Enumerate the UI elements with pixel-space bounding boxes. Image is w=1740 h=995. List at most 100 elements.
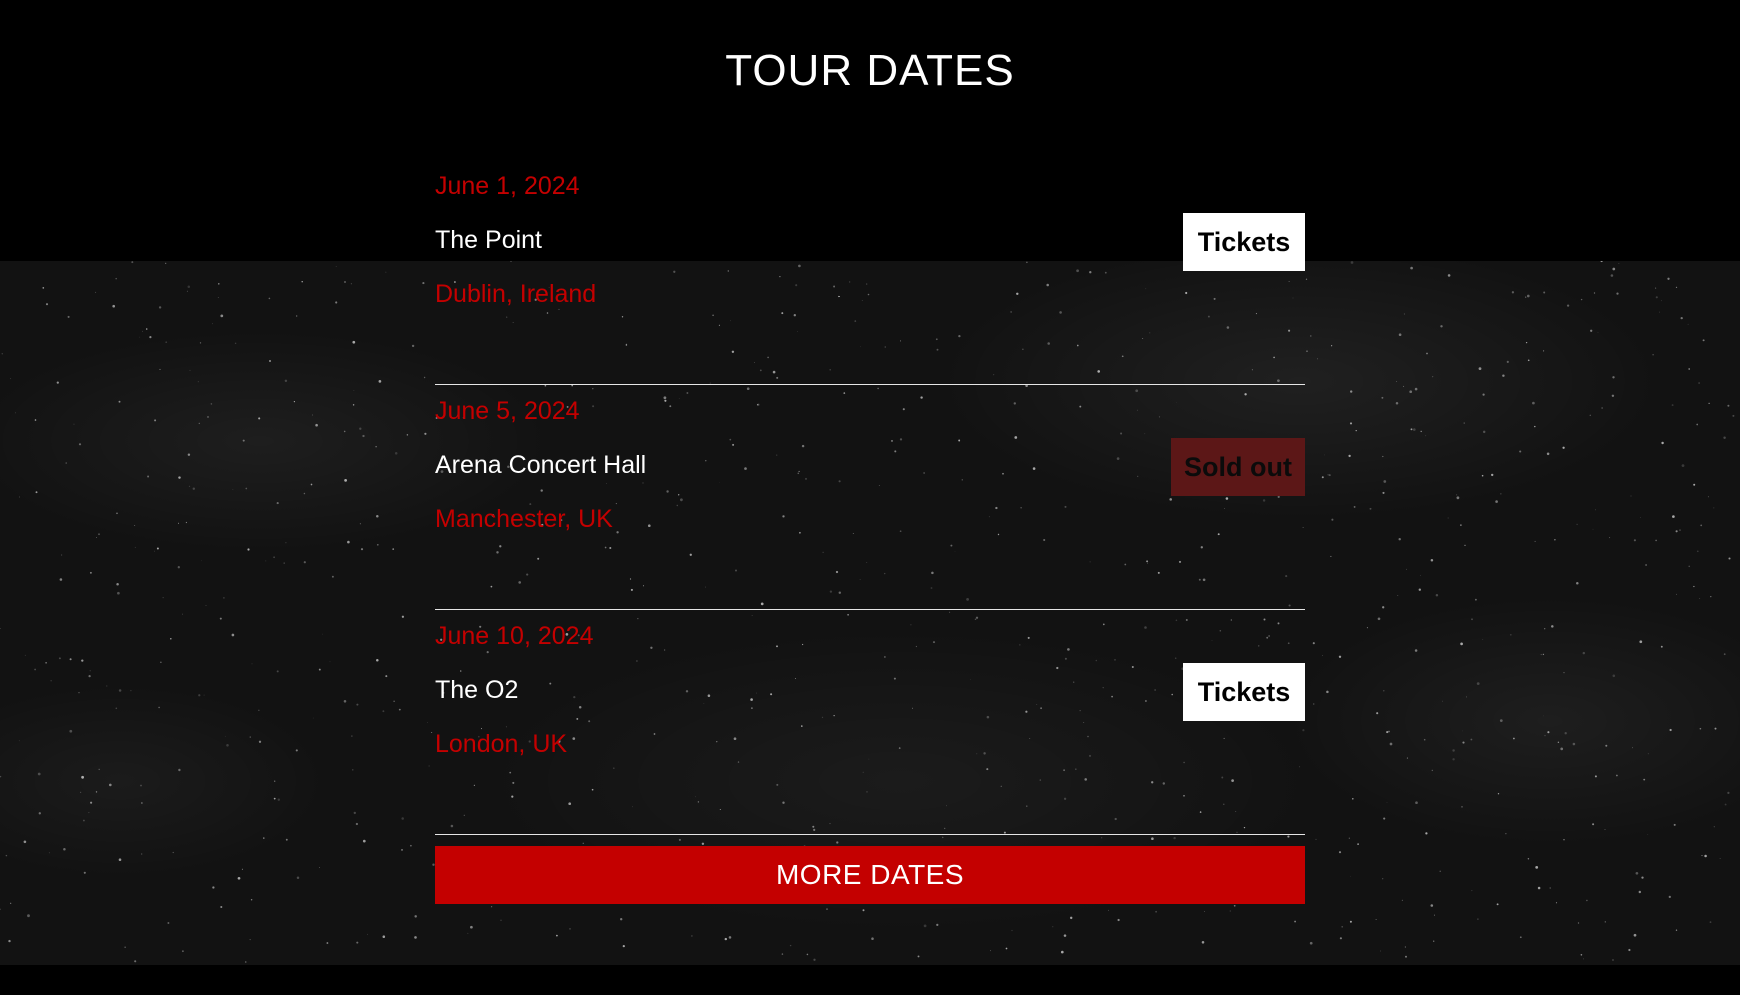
speckle [1525, 296, 1527, 298]
speckle [319, 867, 321, 868]
speckle [490, 906, 493, 908]
speckle [382, 710, 385, 713]
speckle [1204, 911, 1205, 912]
speckle [67, 315, 70, 318]
speckle [691, 935, 693, 937]
speckle [352, 340, 356, 344]
speckle [406, 434, 409, 436]
speckle [1580, 298, 1583, 301]
speckle [0, 628, 1, 629]
speckle [1639, 640, 1643, 644]
speckle [1661, 441, 1664, 445]
speckle [89, 670, 91, 672]
speckle [186, 290, 188, 292]
speckle [1321, 476, 1324, 479]
speckle [118, 858, 122, 861]
speckle [258, 740, 262, 743]
speckle [1700, 524, 1703, 527]
speckle [273, 556, 275, 559]
speckle [1586, 899, 1588, 902]
speckle [1671, 404, 1674, 407]
speckle [1597, 332, 1599, 333]
speckle [106, 685, 108, 687]
speckle [355, 822, 359, 826]
speckle [5, 854, 8, 857]
speckle [1612, 959, 1614, 961]
event-location: Manchester, UK [435, 505, 613, 533]
speckle [376, 659, 379, 662]
tickets-button[interactable]: Tickets [1183, 213, 1305, 271]
speckle [27, 914, 30, 918]
speckle [1395, 401, 1399, 405]
speckle [115, 707, 118, 710]
speckle [145, 328, 148, 330]
speckle [181, 950, 184, 953]
speckle [1511, 291, 1515, 294]
speckle [268, 297, 271, 300]
speckle [198, 694, 201, 697]
speckle [1543, 350, 1545, 352]
speckle [224, 735, 226, 737]
speckle [1482, 639, 1484, 640]
speckle [1660, 300, 1662, 302]
speckle [1338, 851, 1342, 854]
tour-page: TOUR DATES June 1, 2024 The Point Dublin… [0, 0, 1740, 995]
speckle [117, 591, 120, 595]
speckle [1309, 941, 1313, 945]
speckle [1713, 826, 1715, 828]
speckle [1544, 735, 1546, 737]
speckle [90, 801, 93, 804]
speckle [134, 525, 136, 527]
speckle [990, 950, 991, 952]
speckle [141, 853, 143, 855]
speckle [1643, 778, 1646, 781]
speckle [1527, 359, 1530, 362]
speckle [1107, 909, 1109, 911]
speckle [1432, 376, 1434, 378]
speckle [276, 502, 279, 505]
speckle [1357, 843, 1359, 845]
speckle [158, 306, 162, 309]
speckle [1388, 730, 1390, 733]
speckle [1375, 918, 1377, 920]
speckle [231, 633, 235, 637]
speckle [160, 661, 162, 663]
more-dates-button[interactable]: MORE DATES [435, 846, 1305, 904]
speckle [1151, 837, 1154, 840]
speckle [1470, 738, 1473, 741]
speckle [329, 661, 331, 663]
event-row: June 5, 2024 Arena Concert Hall Manchest… [435, 385, 1305, 610]
speckle [134, 960, 137, 963]
speckle [58, 657, 61, 660]
speckle [1350, 261, 1354, 264]
speckle [178, 768, 181, 772]
speckle [1696, 550, 1699, 553]
speckle [1532, 401, 1535, 405]
speckle [356, 941, 359, 944]
event-row: June 1, 2024 The Point Dublin, Ireland T… [435, 160, 1305, 385]
tickets-button[interactable]: Tickets [1183, 663, 1305, 721]
speckle [1513, 737, 1515, 740]
speckle [1707, 496, 1709, 498]
speckle [344, 281, 346, 283]
speckle [285, 542, 287, 544]
speckle [1456, 496, 1460, 500]
speckle [1383, 690, 1385, 692]
speckle [1366, 627, 1368, 629]
speckle [95, 291, 97, 293]
speckle [806, 953, 809, 956]
speckle [0, 908, 1, 910]
speckle [310, 483, 313, 486]
speckle [1612, 376, 1615, 379]
speckle [207, 416, 209, 418]
speckle [142, 330, 143, 332]
speckle [10, 902, 12, 904]
speckle [728, 936, 732, 939]
event-location: Dublin, Ireland [435, 280, 597, 308]
speckle [1589, 414, 1591, 416]
speckle [1398, 538, 1401, 541]
speckle [394, 452, 398, 455]
speckle [1557, 741, 1560, 744]
speckle [1727, 404, 1730, 407]
speckle [1426, 352, 1428, 355]
